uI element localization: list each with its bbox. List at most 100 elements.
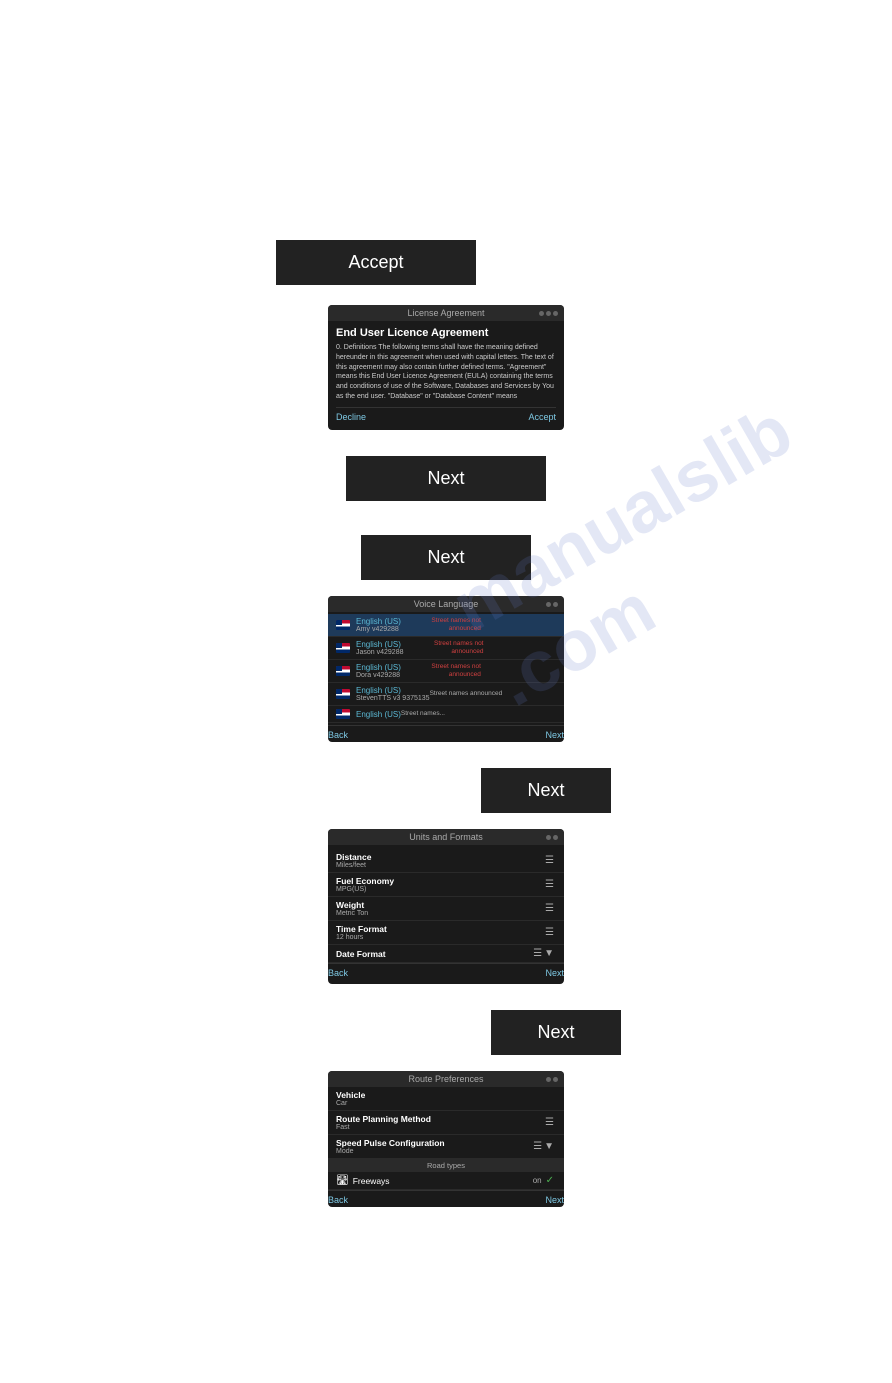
license-header-title: License Agreement (407, 308, 484, 318)
voice-back-btn[interactable]: Back (328, 730, 348, 740)
speed-pulse-sub: Mode (336, 1148, 445, 1155)
next-btn-4-section: Next (0, 996, 892, 1065)
speed-pulse-label: Speed Pulse Configuration (336, 1138, 445, 1148)
next-button-1[interactable]: Next (346, 456, 546, 501)
accept-section: Accept (0, 120, 892, 297)
list-item[interactable]: English (US) Street names... (328, 706, 564, 723)
lang-info-1: English (US) Amy v429288 (356, 617, 401, 633)
next-btn-3-section: Next (0, 754, 892, 823)
units-screen-header: Units and Formats (328, 829, 564, 845)
distance-icon: ☰ (545, 855, 554, 866)
list-item[interactable]: Vehicle Car (328, 1087, 564, 1111)
next-button-3[interactable]: Next (481, 768, 611, 813)
route-planning-info: Route Planning Method Fast (336, 1114, 431, 1131)
us-flag-icon-4 (336, 689, 350, 699)
distance-sub: Miles/feet (336, 862, 371, 869)
weight-info: Weight Metric Ton (336, 900, 368, 917)
next-button-4[interactable]: Next (491, 1010, 621, 1055)
route-screen-header: Route Preferences (328, 1071, 564, 1087)
lang-name-1: English (US) (356, 617, 401, 626)
voice-header-title: Voice Language (414, 599, 479, 609)
license-footer: Decline Accept (336, 407, 556, 424)
voice-signal-dot-2 (553, 602, 558, 607)
list-item[interactable]: English (US) Jason v429288 Street names … (328, 637, 564, 660)
lang-sub-4: StevenTTS v3 9375135 (356, 695, 430, 702)
weight-icon: ☰ (545, 903, 554, 914)
lang-sub-2: Jason v429288 (356, 649, 403, 656)
freeway-road-icon: 🛣 (336, 1175, 349, 1186)
vehicle-label: Vehicle (336, 1090, 365, 1100)
fuel-info: Fuel Economy MPG(US) (336, 876, 394, 893)
license-screen-header: License Agreement (328, 305, 564, 321)
list-item[interactable]: Date Format ☰ ▼ (328, 945, 564, 963)
lang-info-3: English (US) Dora v429288 (356, 663, 401, 679)
lang-note-5: Street names... (401, 710, 445, 718)
license-screen-section: License Agreement End User Licence Agree… (0, 305, 892, 430)
license-title: End User Licence Agreement (336, 327, 556, 339)
next-btn-1-section: Next (0, 442, 892, 511)
list-item[interactable]: English (US) Dora v429288 Street names n… (328, 660, 564, 683)
next-button-2[interactable]: Next (361, 535, 531, 580)
voice-signal-dots (546, 602, 558, 607)
lang-name-5: English (US) (356, 710, 401, 719)
units-header-title: Units and Formats (409, 832, 483, 842)
next-btn-2-section: Next (0, 521, 892, 590)
list-item[interactable]: Distance Miles/feet ☰ (328, 849, 564, 873)
list-item[interactable]: Time Format 12 hours ☰ (328, 921, 564, 945)
date-info: Date Format (336, 949, 386, 959)
route-signal-dot-2 (553, 1077, 558, 1082)
license-text: 0. Definitions The following terms shall… (336, 343, 556, 401)
voice-screen-section: Voice Language English (US) Amy v429288 … (0, 596, 892, 742)
units-signal-dot-1 (546, 835, 551, 840)
freeway-check-icon: ✓ (546, 1175, 554, 1186)
route-back-btn[interactable]: Back (328, 1195, 348, 1205)
lang-note-1: Street names not announced (401, 617, 481, 633)
us-flag-icon-2 (336, 643, 350, 653)
speed-pulse-info: Speed Pulse Configuration Mode (336, 1138, 445, 1155)
list-item[interactable]: Route Planning Method Fast ☰ (328, 1111, 564, 1135)
signal-dot-2 (546, 311, 551, 316)
license-device-screen: License Agreement End User Licence Agree… (328, 305, 564, 430)
units-footer: Back Next (328, 963, 564, 980)
list-item[interactable]: English (US) Amy v429288 Street names no… (328, 614, 564, 637)
voice-signal-dot-1 (546, 602, 551, 607)
scroll-down-icon: ▼ (544, 948, 554, 959)
date-label: Date Format (336, 949, 386, 959)
list-item[interactable]: Speed Pulse Configuration Mode ☰ ▼ (328, 1135, 564, 1159)
units-next-btn[interactable]: Next (545, 968, 564, 978)
voice-device-screen: Voice Language English (US) Amy v429288 … (328, 596, 564, 742)
freeway-label: Freeways (353, 1176, 533, 1186)
list-item[interactable]: Fuel Economy MPG(US) ☰ (328, 873, 564, 897)
vehicle-info: Vehicle Car (336, 1090, 365, 1107)
units-signal-dot-2 (553, 835, 558, 840)
distance-label: Distance (336, 852, 371, 862)
time-sub: 12 hours (336, 934, 387, 941)
us-flag-icon-5 (336, 709, 350, 719)
lang-sub-1: Amy v429288 (356, 626, 401, 633)
time-info: Time Format 12 hours (336, 924, 387, 941)
license-accept-btn[interactable]: Accept (528, 412, 556, 422)
scroll-down-icon-2: ▼ (544, 1141, 554, 1152)
lang-note-4: Street names announced (430, 690, 503, 698)
route-signal-dot-1 (546, 1077, 551, 1082)
route-screen-section: Route Preferences Vehicle Car Route Plan… (0, 1071, 892, 1207)
lang-name-2: English (US) (356, 640, 403, 649)
units-back-btn[interactable]: Back (328, 968, 348, 978)
route-content: Vehicle Car Route Planning Method Fast ☰… (328, 1087, 564, 1207)
weight-label: Weight (336, 900, 368, 910)
list-item[interactable]: 🛣 Freeways on ✓ (328, 1172, 564, 1190)
road-types-header: Road types (328, 1159, 564, 1172)
license-decline-btn[interactable]: Decline (336, 412, 366, 422)
route-next-btn[interactable]: Next (545, 1195, 564, 1205)
signal-dot-3 (553, 311, 558, 316)
date-icon: ☰ (533, 948, 542, 959)
accept-button[interactable]: Accept (276, 240, 476, 285)
time-icon: ☰ (545, 927, 554, 938)
list-item[interactable]: Weight Metric Ton ☰ (328, 897, 564, 921)
route-device-screen: Route Preferences Vehicle Car Route Plan… (328, 1071, 564, 1207)
vehicle-sub: Car (336, 1100, 365, 1107)
list-item[interactable]: English (US) StevenTTS v3 9375135 Street… (328, 683, 564, 706)
voice-next-btn[interactable]: Next (545, 730, 564, 740)
voice-footer: Back Next (328, 725, 564, 742)
route-planning-sub: Fast (336, 1124, 431, 1131)
